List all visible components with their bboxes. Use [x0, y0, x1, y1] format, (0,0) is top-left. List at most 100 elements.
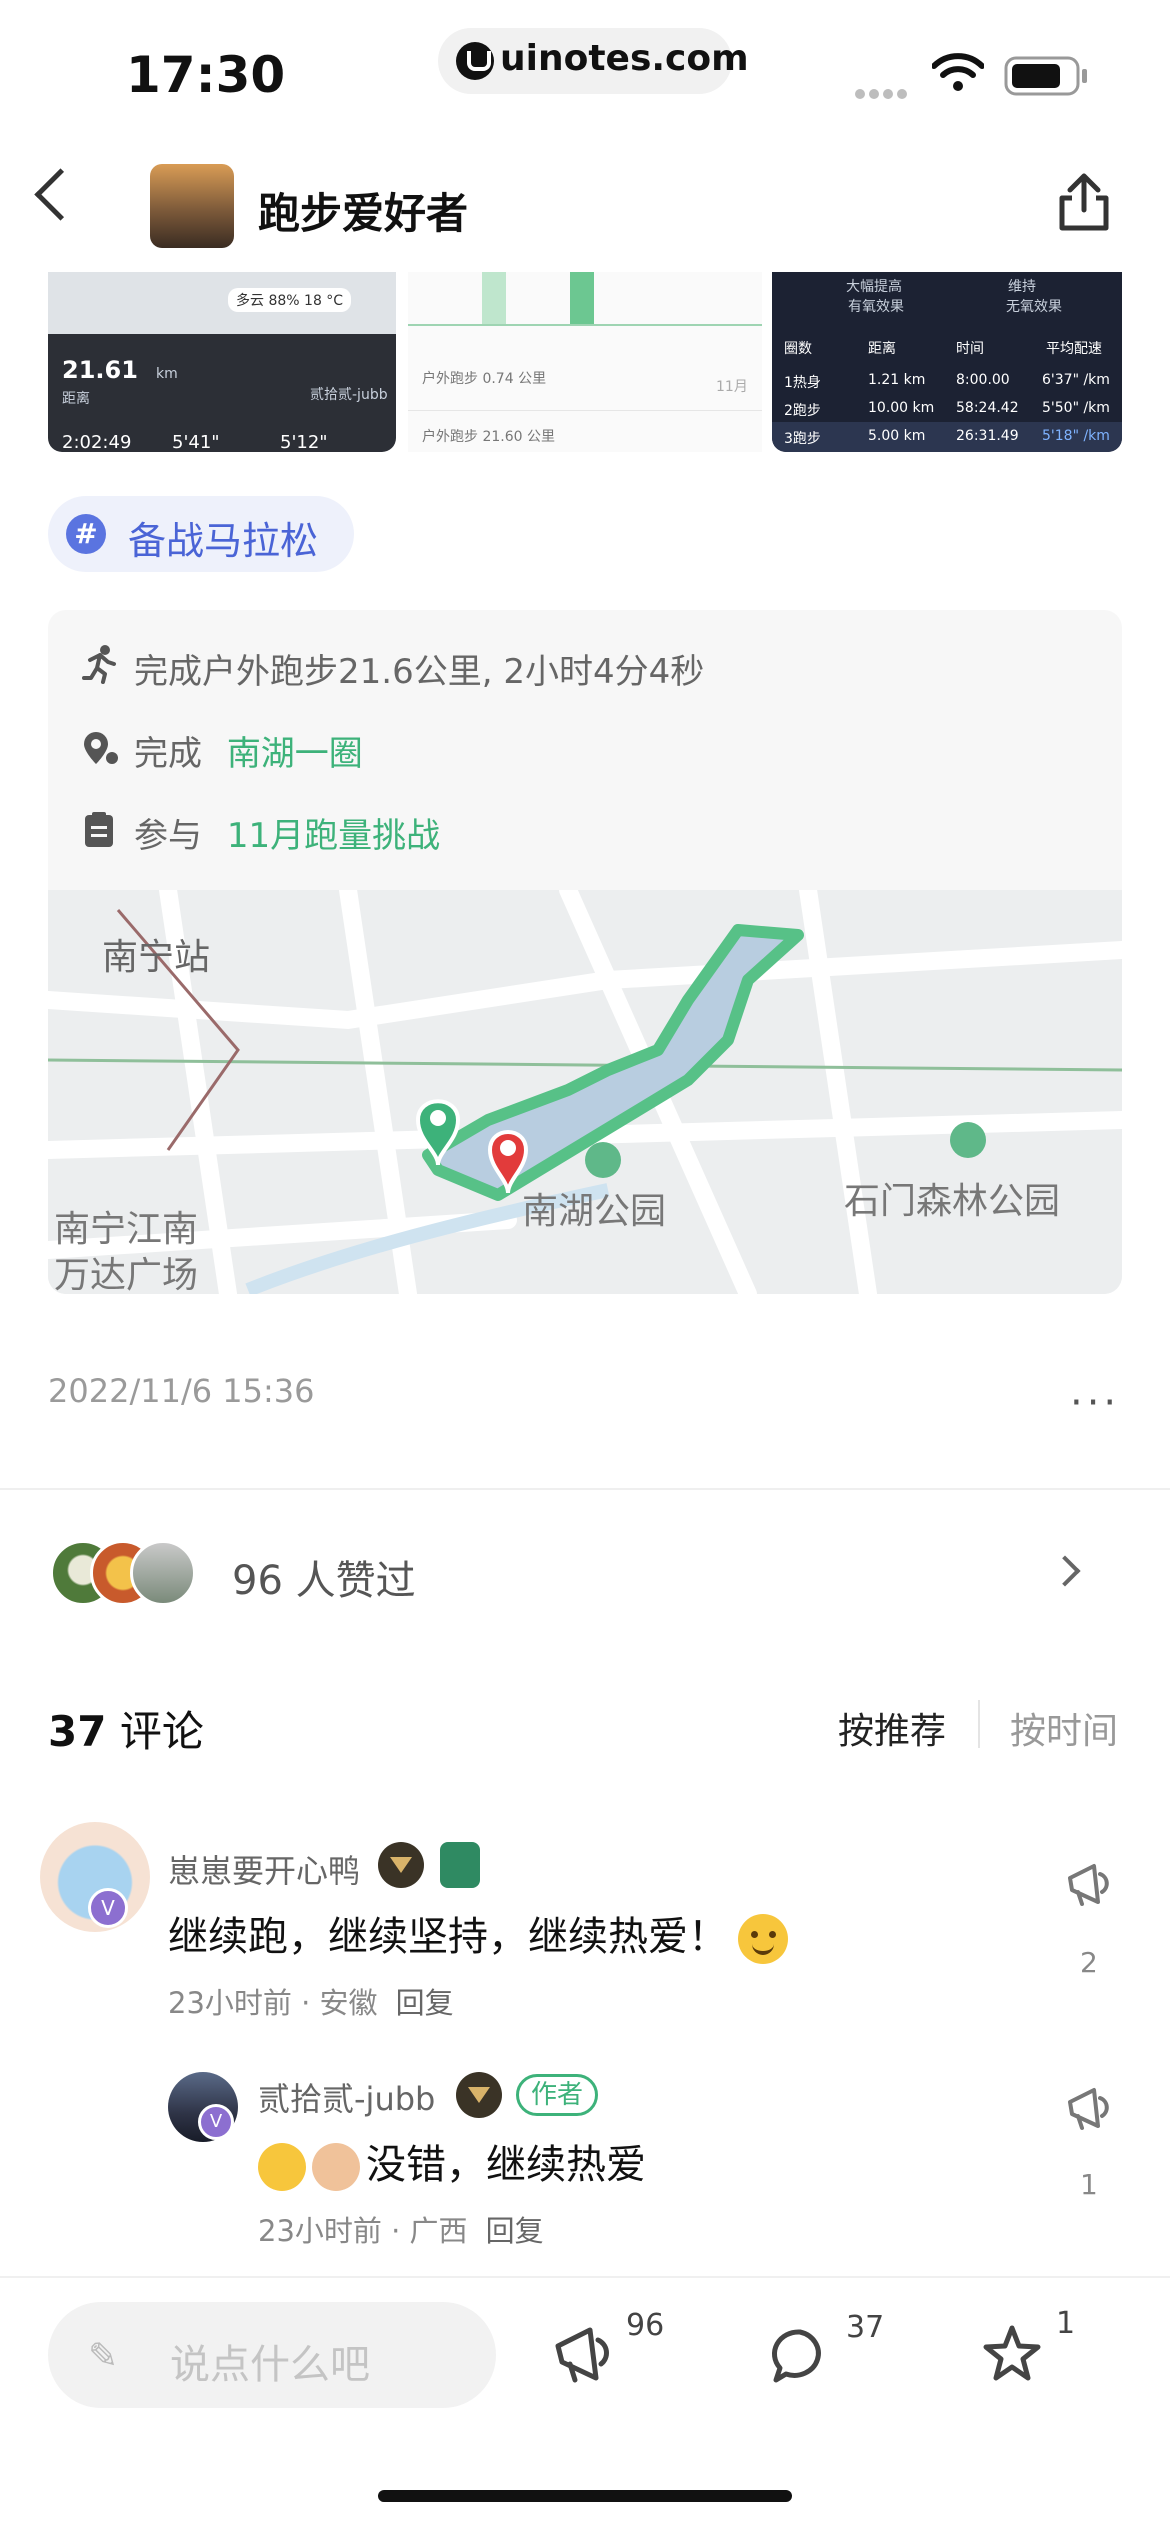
battery-icon: [1004, 56, 1088, 96]
cheer-icon[interactable]: [1064, 2084, 1112, 2134]
level-badge-icon: [456, 2072, 502, 2118]
thumb3-cell: 26:31.49: [956, 428, 1019, 444]
thumb2-date: 11月: [716, 379, 748, 395]
comment-username[interactable]: 崽崽要开心鸭: [168, 1846, 360, 1892]
lock-icon: [456, 42, 494, 80]
thumb3-cell: 10.00 km: [868, 400, 935, 416]
comment-count-header: 37 评论: [48, 1698, 204, 1759]
comment-meta: 23小时前 · 广西 回复: [258, 2208, 544, 2250]
thumb3-cell: 3跑步: [784, 431, 821, 447]
star-count: 1: [1056, 2306, 1076, 2341]
weather-text: 多云 88% 18 °C: [228, 288, 352, 312]
thumb3-label: 有氧效果: [848, 299, 904, 315]
thumb3-cell: 5'50" /km: [1042, 400, 1110, 416]
bottom-bar-divider: [0, 2276, 1170, 2278]
post-image-3[interactable]: 大幅提高 维持 有氧效果 无氧效果 圈数 距离 时间 平均配速 1热身 1.21…: [772, 272, 1122, 452]
route-prefix: 完成: [134, 734, 202, 774]
star-icon[interactable]: [980, 2322, 1044, 2386]
url-text: uinotes.com: [500, 38, 749, 79]
thumb3-cell: 5'18" /km: [1042, 428, 1110, 444]
challenge-link[interactable]: 11月跑量挑战: [227, 816, 440, 856]
comment-like-count: 1: [1080, 2168, 1098, 2201]
map-label-forest-park: 石门森林公园: [844, 1181, 1061, 1222]
challenge-row: 参与 11月跑量挑战: [134, 808, 440, 857]
comment-like-count: 2: [1080, 1946, 1098, 1979]
thumb3-header: 时间: [956, 341, 984, 357]
comment-body: 继续跑，继续坚持，继续热爱！: [168, 1914, 728, 1960]
thumb3-header: 圈数: [784, 341, 812, 357]
distance-label: 距离: [62, 391, 90, 407]
cheer-button-icon[interactable]: [552, 2322, 614, 2388]
comment-body: 没错，继续热爱: [366, 2142, 646, 2188]
divider: [0, 1488, 1170, 1490]
more-icon[interactable]: ···: [1070, 1380, 1120, 1426]
post-date: 2022/11/6 15:36: [48, 1372, 315, 1410]
comment-time: 23小时前 · 广西: [258, 2214, 468, 2248]
hashtag-icon: #: [66, 514, 106, 554]
running-icon: [80, 644, 120, 684]
pencil-icon: ✎: [88, 2336, 119, 2377]
medal-icon: [440, 1842, 480, 1888]
verified-badge: V: [88, 1888, 128, 1928]
signal-icon: [855, 84, 911, 103]
page-title[interactable]: 跑步爱好者: [258, 180, 468, 241]
topic-label[interactable]: 备战马拉松: [128, 510, 318, 565]
comment-meta: 23小时前 · 安徽 回复: [168, 1980, 454, 2022]
sort-recommended-tab[interactable]: 按推荐: [838, 1702, 946, 1754]
thumb3-cell: 1.21 km: [868, 372, 926, 388]
thumb3-header: 距离: [868, 341, 896, 357]
distance-unit: km: [156, 366, 178, 382]
thumb3-label: 大幅提高: [846, 279, 902, 295]
comment-text: 继续跑，继续坚持，继续热爱！: [168, 1904, 788, 1964]
thumb3-header: 平均配速: [1046, 341, 1102, 357]
post-image-1[interactable]: 多云 88% 18 °C 21.61 km 距离 贰拾贰-jubb 2:02:4…: [48, 272, 396, 452]
pace-2: 5'12": [280, 432, 328, 452]
run-summary: 完成户外跑步21.6公里, 2小时4分4秒: [134, 652, 705, 692]
back-icon[interactable]: [34, 168, 87, 221]
cheer-icon[interactable]: [1064, 1860, 1112, 1910]
author-tag: 作者: [516, 2074, 599, 2116]
sort-time-tab[interactable]: 按时间: [1010, 1702, 1118, 1754]
thumb3-label: 无氧效果: [1006, 299, 1062, 315]
route-row: 完成 南湖一圈: [134, 726, 363, 775]
pace-1: 5'41": [172, 432, 220, 452]
comment-label: 评论: [119, 1707, 204, 1756]
route-link[interactable]: 南湖一圈: [227, 734, 363, 774]
route-icon: [80, 728, 120, 768]
thumb3-cell: 8:00.00: [956, 372, 1010, 388]
thumb3-label: 维持: [1008, 279, 1036, 295]
like-count-text[interactable]: 96 人赞过: [232, 1548, 416, 1606]
home-indicator[interactable]: [378, 2490, 792, 2502]
comment-count-bottom: 37: [846, 2310, 885, 2345]
post-image-2[interactable]: 户外跑步 0.74 公里 户外跑步 21.60 公里 11月: [408, 272, 762, 452]
distance-value: 21.61: [62, 356, 138, 384]
thumb2-row-2: 户外跑步 21.60 公里: [422, 429, 555, 445]
challenge-prefix: 参与: [134, 816, 202, 856]
comment-count: 37: [48, 1707, 107, 1756]
map-label-station: 南宁站: [102, 937, 211, 978]
wifi-icon: [932, 52, 984, 92]
comment-input-placeholder[interactable]: 说点什么吧: [170, 2332, 370, 2390]
thumb3-cell: 2跑步: [784, 403, 821, 419]
thumb3-cell: 58:24.42: [956, 400, 1019, 416]
comment-bubble-icon[interactable]: [770, 2326, 830, 2386]
group-avatar[interactable]: [150, 164, 234, 248]
chevron-right-icon[interactable]: [1049, 1555, 1081, 1587]
smile-emoji-icon: [738, 1914, 788, 1964]
avatar: [130, 1540, 196, 1606]
thumb3-cell: 1热身: [784, 375, 821, 391]
share-icon[interactable]: [1056, 170, 1112, 234]
reply-button[interactable]: 回复: [486, 2214, 544, 2248]
route-map[interactable]: 南宁站 南湖公园 石门森林公园 南宁江南 万达广场: [48, 890, 1122, 1294]
map-label-plaza-2: 万达广场: [54, 1255, 199, 1294]
verified-badge: V: [198, 2104, 234, 2140]
sort-divider: [978, 1700, 980, 1748]
duration-value: 2:02:49: [62, 432, 132, 452]
muscle-emoji-icon: [312, 2143, 360, 2191]
comment-username[interactable]: 贰拾贰-jubb: [258, 2074, 435, 2120]
thumb3-cell: 5.00 km: [868, 428, 926, 444]
reply-button[interactable]: 回复: [396, 1986, 454, 2020]
status-time: 17:30: [126, 46, 286, 104]
map-label-plaza: 南宁江南: [54, 1209, 199, 1250]
thumb2-row-1: 户外跑步 0.74 公里: [422, 371, 547, 387]
